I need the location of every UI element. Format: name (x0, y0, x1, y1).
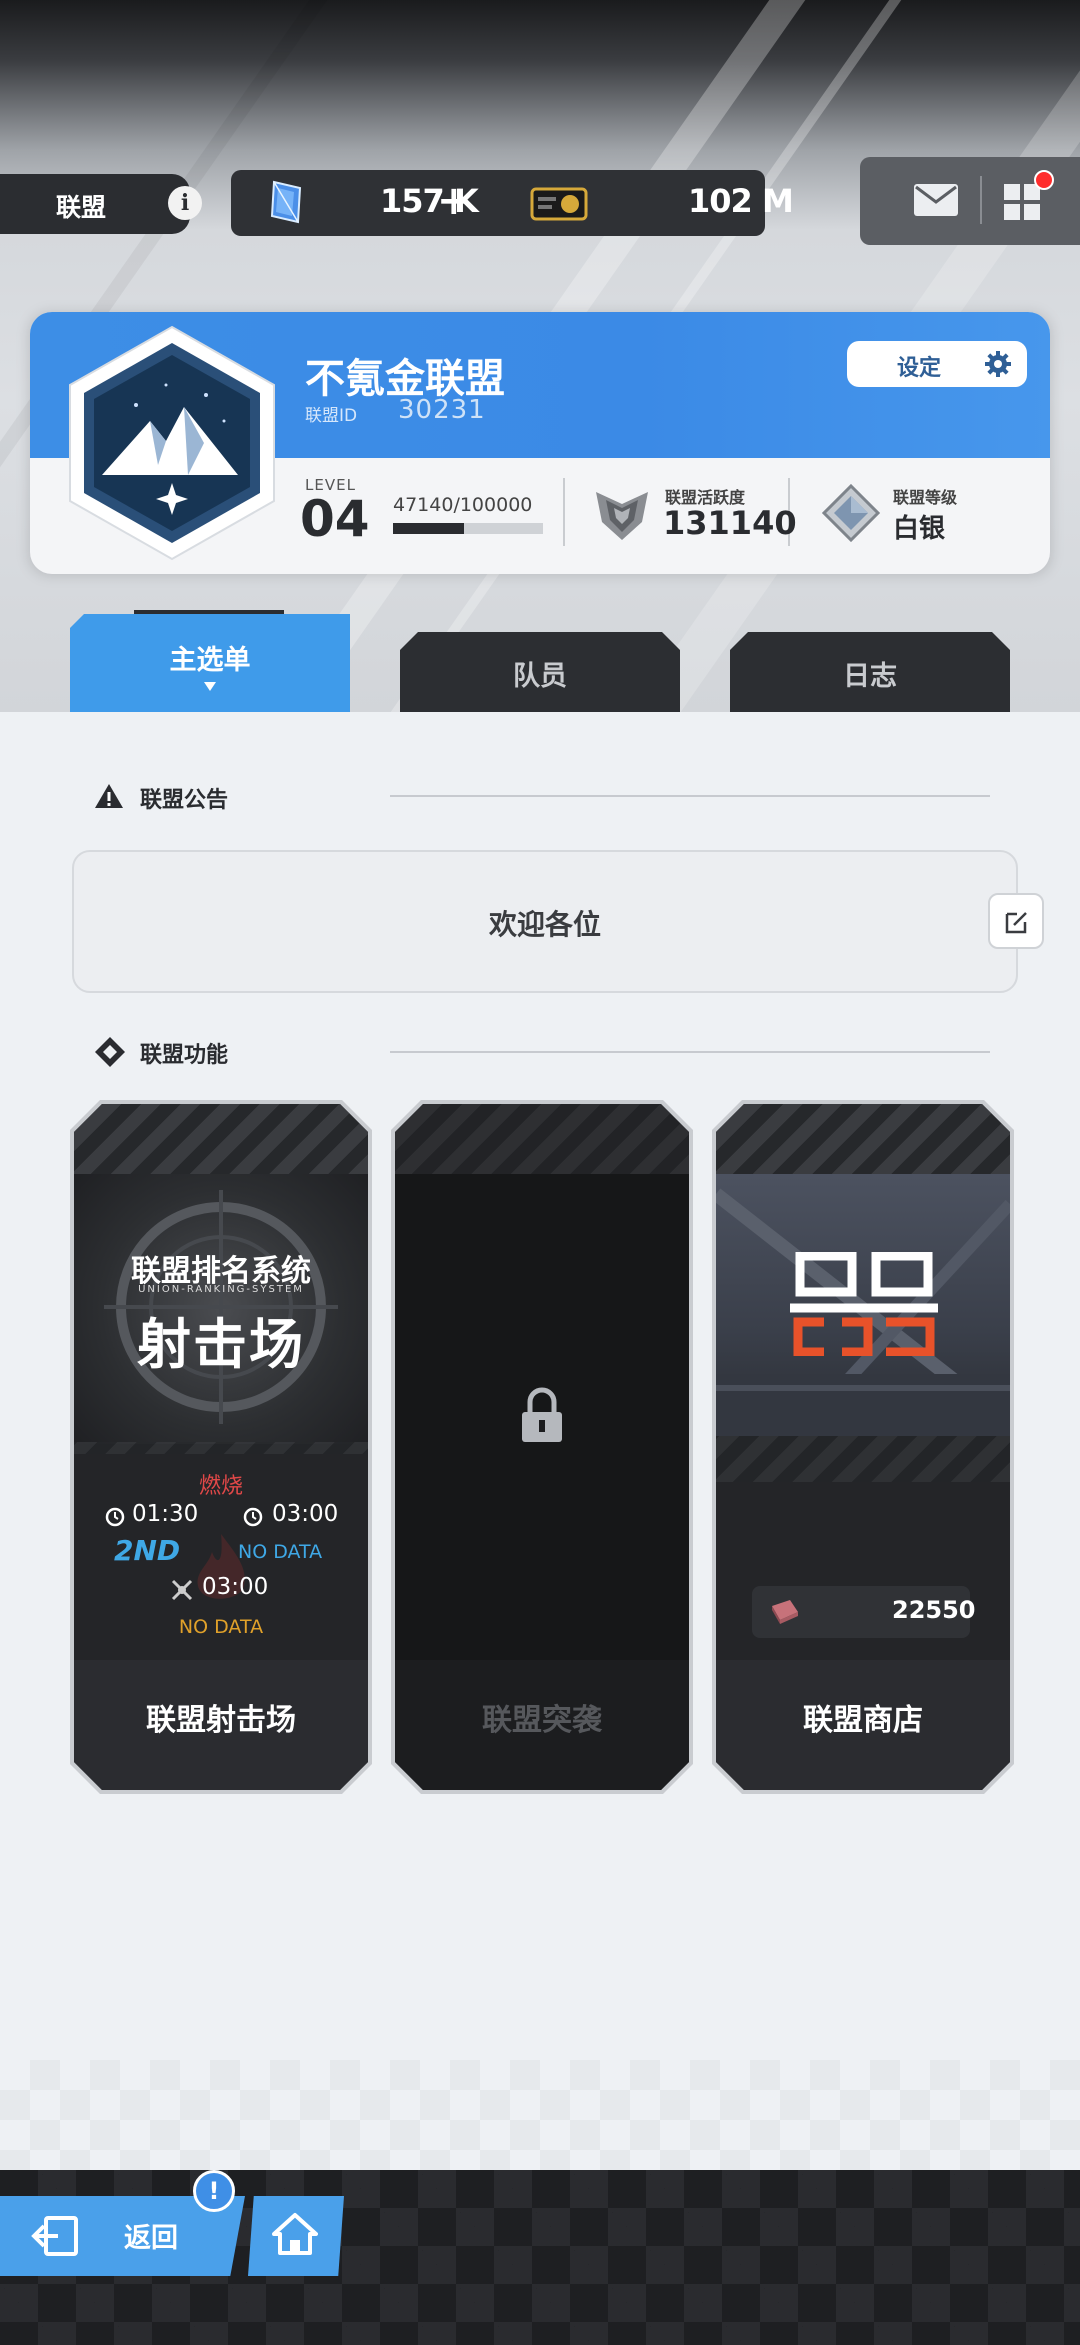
time-slot-3: 03:00 (202, 1574, 269, 1600)
tab-label: 队员 (513, 661, 567, 692)
back-label: 返回 (124, 2223, 178, 2254)
edit-icon (1005, 912, 1027, 934)
divider (390, 795, 990, 797)
caret-down-icon (204, 682, 216, 691)
clock-icon (242, 1505, 264, 1527)
rank-result: 2ND (114, 1534, 181, 1567)
ticket-amount: 102 M (688, 182, 794, 220)
rank-value: 白银 (893, 514, 946, 544)
card-label: 联盟射击场 (146, 1703, 296, 1738)
section-title-pill: 联盟 (0, 174, 190, 234)
edit-notice-button[interactable] (988, 893, 1044, 949)
menu-grid-icon[interactable] (1003, 183, 1041, 221)
divider (390, 1051, 990, 1053)
lock-icon (518, 1386, 566, 1444)
section-title: 联盟 (56, 193, 107, 222)
tab-label: 日志 (843, 661, 897, 692)
notification-dot (1034, 170, 1054, 190)
tab-label: 主选单 (169, 645, 251, 676)
tab-members[interactable]: 队员 (400, 632, 680, 712)
rank-diamond-icon (822, 484, 880, 542)
no-data-text: NO DATA (238, 1541, 323, 1563)
home-icon (272, 2213, 318, 2255)
settings-label: 设定 (897, 356, 942, 381)
xp-text: 47140/100000 (393, 494, 533, 516)
shop-logo-icon (790, 1252, 938, 1356)
activity-badge-icon (596, 492, 648, 540)
card-label: 联盟商店 (803, 1703, 923, 1738)
union-shooting-range-card[interactable]: 联盟排名系统 UNION-RANKING-SYSTEM 射击场 燃烧 01:30… (74, 1104, 368, 1790)
union-raid-card[interactable]: 联盟突袭 (395, 1104, 689, 1790)
mail-icon[interactable] (912, 182, 960, 218)
tab-main-menu[interactable]: 主选单 (70, 614, 350, 712)
banner-big-title: 射击场 (137, 1313, 305, 1376)
settings-button[interactable]: 设定 (847, 341, 1027, 387)
union-emblem-icon (69, 325, 275, 561)
card-label: 联盟突袭 (482, 1703, 602, 1738)
banner-subtitle: UNION-RANKING-SYSTEM (138, 1284, 304, 1295)
shop-currency-amount: 22550 (892, 1596, 976, 1624)
no-data-text: NO DATA (178, 1616, 264, 1638)
gear-icon (985, 351, 1011, 377)
alert-badge[interactable]: ! (193, 2170, 235, 2212)
clock-icon (104, 1505, 126, 1527)
time-slot-1: 01:30 (132, 1501, 199, 1527)
divider (980, 176, 982, 224)
bottom-decoration (0, 2060, 1080, 2170)
ticket-icon (530, 187, 588, 221)
union-shop-card[interactable]: 22550 联盟商店 (716, 1104, 1010, 1790)
divider (563, 478, 565, 546)
notice-text: 欢迎各位 (488, 908, 601, 941)
tab-log[interactable]: 日志 (730, 632, 1010, 712)
currency-bar (231, 170, 765, 236)
diamond-icon (95, 1037, 125, 1067)
warning-icon (95, 784, 123, 808)
activity-value: 131140 (663, 504, 797, 542)
union-id: 30231 (398, 395, 486, 425)
xp-progress-fill (393, 523, 464, 534)
notice-title: 联盟公告 (140, 788, 229, 813)
info-icon[interactable]: i (168, 186, 202, 220)
rank-label: 联盟等级 (893, 488, 958, 507)
union-coin-icon (768, 1596, 800, 1626)
burn-status: 燃烧 (198, 1474, 243, 1499)
add-gems-button[interactable]: + (437, 176, 471, 226)
gem-icon (270, 180, 302, 224)
exit-icon (31, 2216, 78, 2256)
union-level: 04 (300, 490, 370, 548)
crossed-swords-icon (170, 1578, 194, 1602)
union-id-label: 联盟ID (305, 406, 358, 426)
time-slot-2: 03:00 (272, 1501, 339, 1527)
functions-title: 联盟功能 (140, 1043, 229, 1068)
